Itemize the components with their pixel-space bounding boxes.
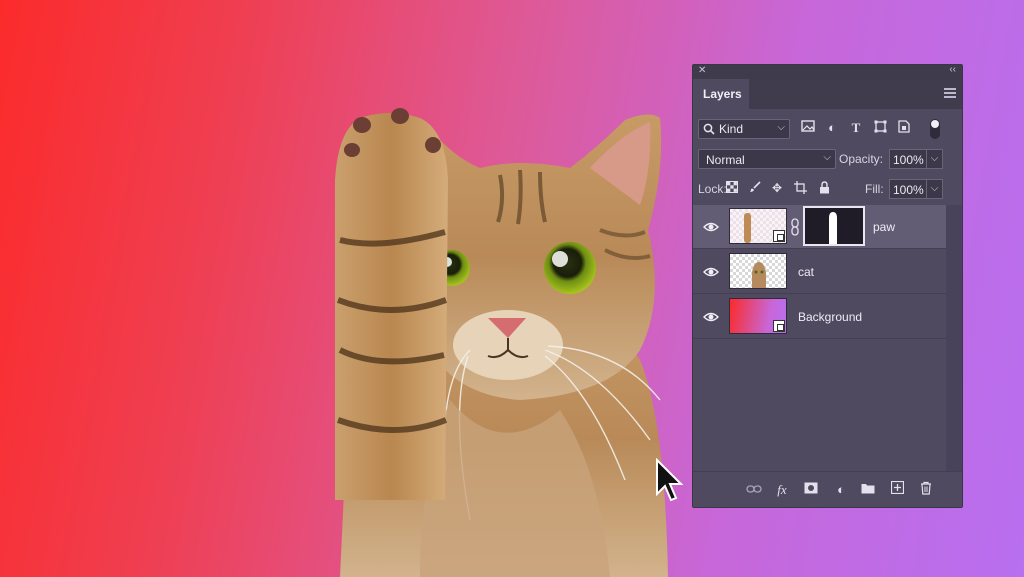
double-chevron-icon[interactable]: ‹‹ — [949, 64, 956, 75]
close-icon[interactable]: ✕ — [698, 65, 706, 76]
eye-icon[interactable] — [703, 264, 719, 280]
trash-icon[interactable] — [917, 481, 935, 499]
link-layers-icon[interactable] — [745, 481, 763, 499]
tab-layers[interactable]: Layers — [693, 79, 749, 109]
fill-input[interactable]: 100% — [889, 179, 927, 199]
chain-link-icon[interactable] — [790, 217, 800, 237]
type-filter-icon[interactable]: T — [848, 120, 864, 136]
lock-row: Lock: ✥ Fill: 100% ⌵ — [698, 179, 960, 199]
layer-filter-row: Kind ⌵ ◐ T — [698, 119, 960, 141]
eye-icon[interactable] — [703, 309, 719, 325]
image-filter-icon[interactable] — [800, 120, 816, 136]
opacity-label: Opacity: — [839, 152, 884, 166]
layer-thumbnail-cat[interactable] — [729, 253, 787, 289]
layers-bottom-toolbar: fx ◐ — [693, 471, 962, 507]
lock-transparent-icon[interactable] — [725, 181, 739, 195]
blend-mode-select[interactable]: Normal ⌵ — [698, 149, 836, 169]
chevron-down-icon: ⌵ — [823, 152, 831, 163]
new-layer-icon[interactable] — [888, 480, 906, 499]
layers-panel: ✕ ‹‹ Layers Kind ⌵ ◐ T Normal ⌵ Opacity:… — [692, 64, 963, 508]
lock-position-icon[interactable]: ✥ — [770, 181, 784, 195]
cat-eye-right — [544, 242, 596, 294]
adjustment-filter-icon[interactable]: ◐ — [824, 120, 840, 136]
opacity-chevron-icon[interactable]: ⌵ — [927, 149, 943, 169]
group-folder-icon[interactable] — [859, 481, 877, 499]
opacity-input[interactable]: 100% — [889, 149, 927, 169]
layer-name-background[interactable]: Background — [798, 310, 862, 324]
mouse-cursor-icon — [656, 458, 684, 502]
mask-shape — [829, 212, 837, 244]
fx-icon[interactable]: fx — [773, 481, 791, 499]
panel-title-bar: ✕ ‹‹ — [693, 64, 962, 79]
smart-object-filter-icon[interactable] — [896, 120, 912, 136]
chevron-down-icon: ⌵ — [777, 122, 785, 133]
cat-thumbnail-image — [752, 262, 766, 288]
panel-scrollbar[interactable] — [946, 205, 962, 475]
fill-label: Fill: — [865, 182, 884, 196]
shape-filter-icon[interactable] — [872, 120, 888, 136]
layer-row-cat[interactable]: cat — [693, 250, 946, 294]
layer-thumbnail-paw[interactable] — [729, 208, 787, 244]
layer-row-background[interactable]: Background — [693, 295, 946, 339]
lock-artboard-icon[interactable] — [793, 181, 807, 195]
eye-icon[interactable] — [703, 219, 719, 235]
lock-paint-icon[interactable] — [748, 181, 762, 195]
layer-name-paw[interactable]: paw — [873, 220, 895, 234]
layer-thumbnail-background[interactable] — [729, 298, 787, 334]
smart-object-badge-icon — [773, 320, 785, 332]
search-icon — [703, 123, 715, 135]
panel-tab-row: Layers — [693, 79, 962, 109]
layers-list: paw cat Background — [693, 205, 946, 401]
smart-object-badge-icon — [773, 230, 785, 242]
layer-mask-thumbnail[interactable] — [803, 206, 865, 246]
kind-label: Kind — [719, 122, 744, 136]
adjustment-layer-icon[interactable]: ◐ — [832, 481, 850, 499]
kind-filter-select[interactable]: Kind ⌵ — [698, 119, 790, 139]
filter-toggle-switch[interactable] — [930, 119, 940, 139]
blend-mode-value: Normal — [706, 153, 745, 167]
add-mask-icon[interactable] — [802, 481, 820, 499]
fill-chevron-icon[interactable]: ⌵ — [927, 179, 943, 199]
lock-all-icon[interactable] — [817, 181, 831, 195]
layer-row-paw[interactable]: paw — [693, 205, 946, 249]
blend-row: Normal ⌵ Opacity: 100% ⌵ — [698, 149, 960, 169]
hamburger-menu-icon[interactable] — [944, 88, 956, 98]
lock-label: Lock: — [698, 182, 727, 196]
layer-name-cat[interactable]: cat — [798, 265, 814, 279]
